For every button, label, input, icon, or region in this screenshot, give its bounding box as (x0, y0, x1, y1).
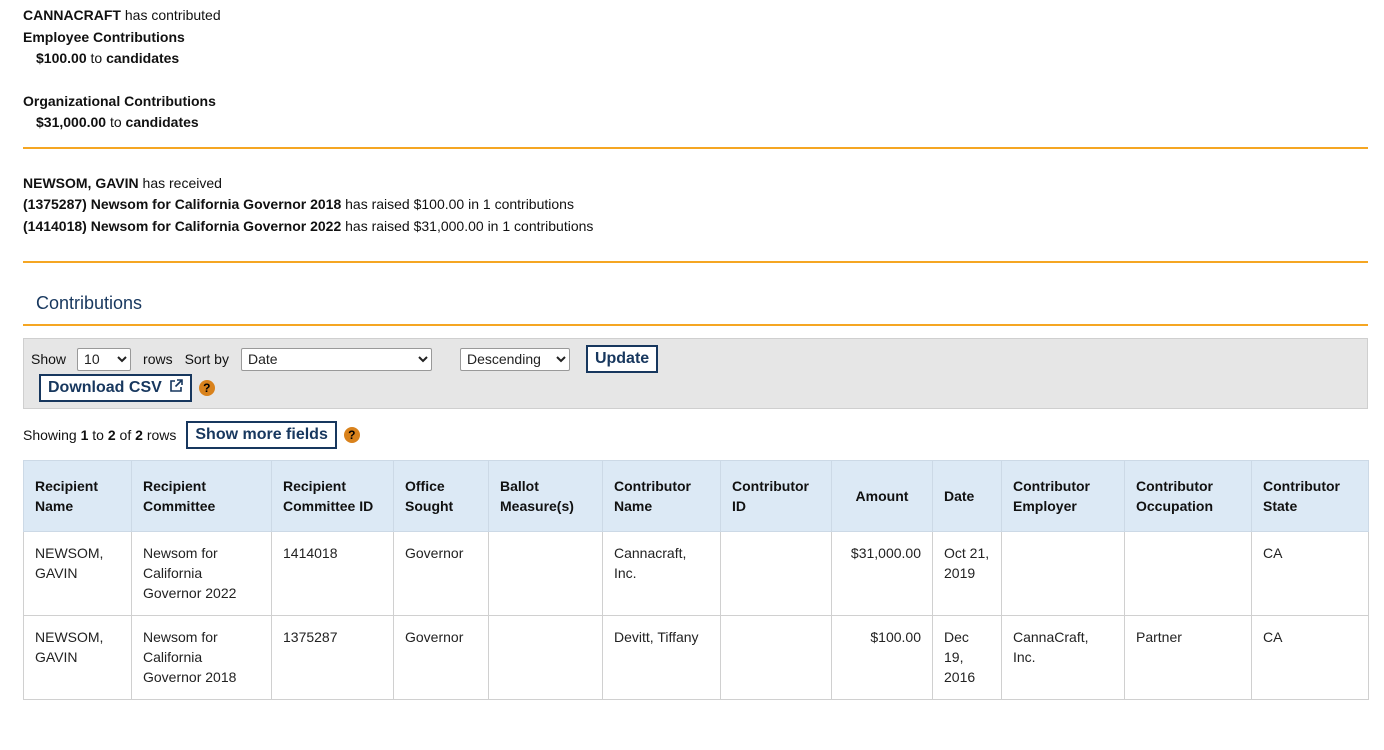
cell-contributor-name: Devitt, Tiffany (602, 615, 721, 700)
employee-target: candidates (106, 50, 180, 66)
cell-date: Dec 19, 2016 (932, 615, 1002, 700)
section-divider (23, 324, 1368, 326)
sort-select[interactable]: Date (240, 347, 432, 371)
cell-employer (1001, 531, 1125, 616)
column-header[interactable]: Office Sought (393, 460, 489, 532)
table-row: NEWSOM, GAVIN Newsom for California Gove… (23, 615, 1369, 700)
contributions-table: Recipient Name Recipient Committee Recip… (23, 460, 1369, 700)
update-button[interactable]: Update (585, 345, 659, 373)
cell-date: Oct 21, 2019 (932, 531, 1002, 616)
cell-ballot-measures (488, 531, 603, 616)
cell-office-sought: Governor (393, 615, 489, 700)
showing-total: 2 (135, 427, 143, 443)
cell-recipient-name: NEWSOM, GAVIN (23, 531, 132, 616)
cell-committee-id: 1414018 (271, 531, 394, 616)
column-header[interactable]: Recipient Name (23, 460, 132, 532)
contributor-summary: CANNACRAFT has contributed Employee Cont… (23, 0, 1368, 134)
employee-heading: Employee Contributions (23, 28, 185, 45)
column-header[interactable]: Recipient Committee (131, 460, 272, 532)
showing-bar: Showing 1 to 2 of 2 rows Show more field… (23, 421, 1368, 449)
cell-amount: $31,000.00 (831, 531, 933, 616)
cell-occupation: Partner (1124, 615, 1252, 700)
rows-select[interactable]: 10 (77, 347, 132, 371)
org-heading: Organizational Contributions (23, 92, 216, 109)
committee-label: (1375287) Newsom for California Governor… (23, 196, 342, 212)
committee-raised: has raised $100.00 in 1 contributions (345, 196, 574, 212)
column-header[interactable]: Date (932, 460, 1002, 532)
section-divider (23, 261, 1368, 263)
column-header[interactable]: Contributor Occupation (1124, 460, 1252, 532)
org-target: candidates (125, 114, 199, 130)
committee-label: (1414018) Newsom for California Governor… (23, 217, 342, 234)
showing-prefix: Showing (23, 427, 77, 443)
cell-state: CA (1251, 531, 1369, 616)
employee-amount: $100.00 (36, 50, 87, 66)
show-more-fields-button[interactable]: Show more fields (186, 421, 337, 449)
showing-to: 2 (107, 427, 116, 443)
cell-ballot-measures (488, 615, 603, 700)
cell-recipient-name: NEWSOM, GAVIN (23, 615, 132, 700)
recipient-name: NEWSOM, GAVIN (23, 174, 139, 191)
recipient-verb: has received (142, 174, 222, 191)
cell-recipient-committee: Newsom for California Governor 2018 (131, 615, 272, 700)
table-row: NEWSOM, GAVIN Newsom for California Gove… (23, 531, 1369, 616)
contributor-verb: has contributed (124, 7, 221, 23)
help-icon[interactable]: ? (343, 427, 360, 443)
column-header[interactable]: Contributor Employer (1001, 460, 1125, 532)
column-header[interactable]: Recipient Committee ID (271, 460, 394, 532)
org-amount: $31,000.00 (36, 114, 107, 130)
showing-suffix: rows (146, 427, 177, 443)
org-to: to (109, 114, 122, 130)
column-header[interactable]: Contributor ID (720, 460, 832, 532)
column-header[interactable]: Amount (831, 460, 933, 532)
sort-label: Sort by (184, 351, 229, 367)
cell-state: CA (1251, 615, 1369, 700)
page-content: CANNACRAFT has contributed Employee Cont… (23, 0, 1369, 700)
order-select[interactable]: Descending (459, 347, 570, 371)
cell-recipient-committee: Newsom for California Governor 2022 (131, 531, 272, 616)
contributor-name: CANNACRAFT (23, 7, 121, 23)
column-header[interactable]: Contributor Name (602, 460, 721, 532)
cell-office-sought: Governor (393, 531, 489, 616)
table-controls: Show 10 rows Sort by Date Descending Upd… (23, 338, 1368, 409)
committee-raised: has raised $31,000.00 in 1 contributions (345, 217, 594, 234)
external-link-icon (169, 378, 183, 398)
showing-to-word: to (92, 427, 104, 443)
employee-to: to (90, 50, 103, 66)
cell-committee-id: 1375287 (271, 615, 394, 700)
download-csv-button[interactable]: Download CSV (39, 374, 192, 402)
cell-contributor-name: Cannacraft, Inc. (602, 531, 721, 616)
cell-employer: CannaCraft, Inc. (1001, 615, 1125, 700)
contributions-title: Contributions (36, 293, 143, 313)
cell-contributor-id (720, 531, 832, 616)
showing-of-word: of (119, 427, 132, 443)
help-icon[interactable]: ? (198, 380, 215, 396)
cell-contributor-id (720, 615, 832, 700)
column-header[interactable]: Ballot Measure(s) (488, 460, 603, 532)
showing-from: 1 (80, 427, 89, 443)
cell-occupation (1124, 531, 1252, 616)
rows-label: rows (143, 351, 173, 367)
recipient-summary: NEWSOM, GAVIN has received (1375287) New… (23, 149, 1368, 238)
show-label: Show (31, 351, 67, 367)
download-csv-label: Download CSV (48, 379, 162, 396)
cell-amount: $100.00 (831, 615, 933, 700)
table-header-row: Recipient Name Recipient Committee Recip… (23, 460, 1369, 532)
column-header[interactable]: Contributor State (1251, 460, 1369, 532)
